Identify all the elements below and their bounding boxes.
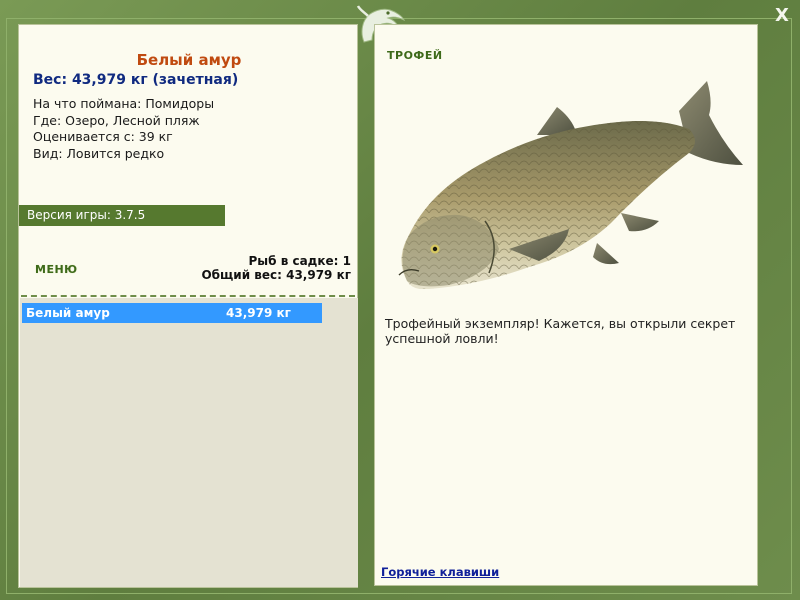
close-button[interactable]: X [772,6,792,26]
list-item-weight: 43,979 кг [226,306,291,320]
fish-rarity: Вид: Ловится редко [33,145,165,161]
list-item-name: Белый амур [26,306,110,320]
grass-carp-image [398,81,743,289]
dashed-divider [21,295,355,297]
window-frame: X Белый амур Вес: 43,979 кг (зачетная) Н… [0,0,800,600]
fish-info-panel: Белый амур Вес: 43,979 кг (зачетная) На … [18,24,358,588]
game-version-bar: Версия игры: 3.7.5 [19,205,225,226]
fish-bait: На что поймана: Помидоры [33,96,215,111]
fish-details: На что поймана: Помидоры Где: Озеро, Лес… [33,96,214,162]
fish-weight: Вес: 43,979 кг (зачетная) [33,72,239,88]
fish-name: Белый амур [136,51,242,69]
trophy-description: Трофейный экземпляр! Кажется, вы открыли… [385,316,736,346]
keepnet-total-weight: Общий вес: 43,979 кг [201,268,351,282]
fish-location: Где: Озеро, Лесной пляж [33,112,200,128]
keepnet-count: Рыб в садке: 1 [248,254,352,268]
list-item[interactable]: Белый амур 43,979 кг [22,303,322,323]
fish-rating-threshold: Оценивается с: 39 кг [33,129,173,144]
hotkeys-link[interactable]: Горячие клавиши [381,565,499,579]
menu-button[interactable]: МЕНЮ [35,263,78,276]
trophy-panel: ТРОФЕЙ Трофейный экземпляр! Кажется, вы … [374,24,758,586]
keepnet-list[interactable]: Белый амур 43,979 кг [20,298,358,587]
keepnet-summary: Рыб в садке: 1 Общий вес: 43,979 кг [201,254,351,282]
